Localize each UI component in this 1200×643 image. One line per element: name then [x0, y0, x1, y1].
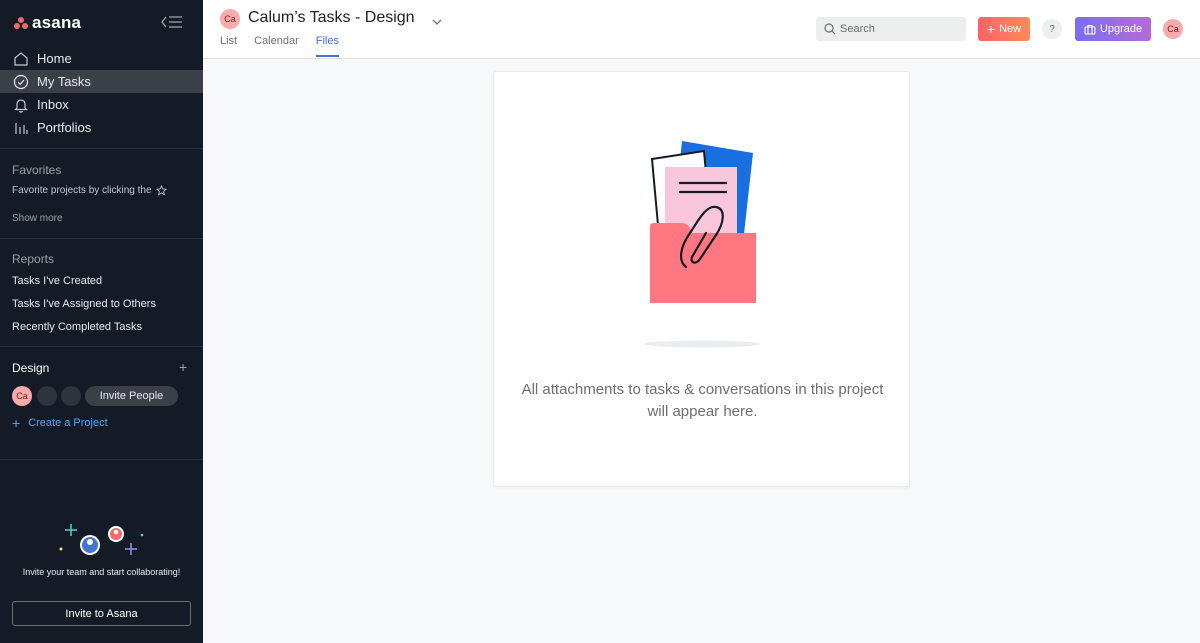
report-recently-completed[interactable]: Recently Completed Tasks: [12, 321, 142, 333]
invite-team-illustration: [55, 522, 150, 558]
divider: [0, 238, 203, 239]
favorites-hint-text: Favorite projects by clicking the: [12, 185, 152, 196]
new-button-label: New: [999, 23, 1022, 35]
sidebar-item-my-tasks[interactable]: My Tasks: [0, 70, 203, 93]
team-name[interactable]: Design: [12, 361, 49, 375]
star-icon: [155, 185, 167, 196]
divider: [0, 459, 203, 460]
asana-wordmark: asana: [32, 13, 82, 32]
plus-icon: +: [12, 415, 21, 431]
attachments-illustration: [642, 137, 762, 352]
invite-team-text: Invite your team and start collaborating…: [22, 567, 181, 577]
chevron-down-icon[interactable]: [432, 14, 442, 25]
sidebar-item-label: My Tasks: [37, 74, 91, 89]
files-empty-state-card: All attachments to tasks & conversations…: [493, 71, 910, 487]
project-avatar: Ca: [220, 9, 240, 29]
sidebar-nav: Home My Tasks Inbox Portfolios: [0, 47, 203, 139]
divider: [0, 148, 203, 149]
sidebar-item-label: Portfolios: [37, 120, 92, 135]
sidebar-item-portfolios[interactable]: Portfolios: [0, 116, 203, 139]
plus-icon: +: [986, 21, 996, 37]
divider: [0, 346, 203, 347]
create-project-label: Create a Project: [28, 417, 108, 429]
sidebar: asana Home My Tasks Inbox Portfolios Fav…: [0, 0, 203, 643]
report-tasks-assigned[interactable]: Tasks I've Assigned to Others: [12, 298, 156, 310]
bell-icon: [12, 96, 29, 113]
tab-calendar[interactable]: Calendar: [254, 35, 299, 57]
page-title: Calum’s Tasks - Design: [248, 9, 415, 26]
topbar: Ca Calum’s Tasks - Design List Calendar …: [203, 0, 1200, 59]
user-avatar[interactable]: Ca: [1163, 19, 1183, 39]
upgrade-button-label: Upgrade: [1099, 23, 1143, 35]
show-more-link[interactable]: Show more: [12, 213, 63, 224]
empty-member-slot[interactable]: [61, 386, 81, 406]
help-button[interactable]: ?: [1042, 19, 1062, 39]
create-project-link[interactable]: + Create a Project: [12, 415, 108, 431]
team-member-avatar[interactable]: Ca: [12, 386, 32, 406]
asana-logo-icon: [14, 17, 28, 29]
empty-member-slot[interactable]: [37, 386, 57, 406]
bar-chart-icon: [12, 119, 29, 136]
sidebar-item-home[interactable]: Home: [0, 47, 203, 70]
asana-logo[interactable]: asana: [14, 12, 81, 34]
gift-icon: [1084, 24, 1096, 35]
add-team-project-icon[interactable]: +: [179, 360, 187, 374]
empty-state-message: All attachments to tasks & conversations…: [521, 381, 884, 420]
home-icon: [12, 50, 29, 67]
check-circle-icon: [12, 73, 29, 90]
view-tabs: List Calendar Files: [220, 35, 356, 57]
invite-people-button[interactable]: Invite People: [85, 386, 178, 406]
search-icon: [824, 23, 836, 35]
invite-to-asana-button[interactable]: Invite to Asana: [12, 601, 191, 626]
sidebar-item-label: Inbox: [37, 97, 69, 112]
reports-title: Reports: [12, 252, 55, 266]
sidebar-item-inbox[interactable]: Inbox: [0, 93, 203, 116]
favorites-title: Favorites: [12, 163, 62, 177]
new-button[interactable]: + New: [978, 17, 1030, 41]
report-tasks-created[interactable]: Tasks I've Created: [12, 275, 102, 287]
favorites-hint: Favorite projects by clicking the: [12, 185, 167, 196]
search-input[interactable]: [840, 23, 960, 35]
sidebar-item-label: Home: [37, 51, 72, 66]
upgrade-button[interactable]: Upgrade: [1075, 17, 1151, 41]
search-box[interactable]: [816, 17, 966, 41]
collapse-sidebar-icon[interactable]: [160, 13, 184, 31]
tab-list[interactable]: List: [220, 35, 237, 57]
tab-files[interactable]: Files: [315, 35, 340, 57]
